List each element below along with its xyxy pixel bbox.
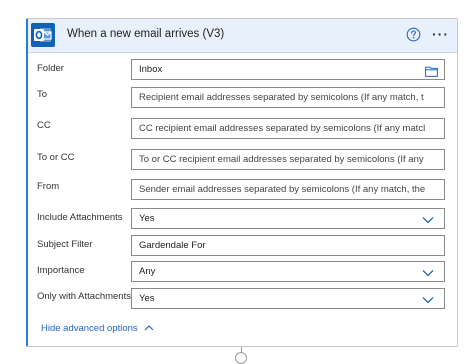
importance-dropdown[interactable]: Any (131, 261, 445, 282)
only-with-attachments-dropdown[interactable]: Yes (131, 288, 445, 309)
to-placeholder: Recipient email addresses separated by s… (139, 92, 424, 103)
importance-label: Importance (37, 265, 85, 276)
to-field[interactable]: Recipient email addresses separated by s… (131, 87, 445, 108)
folder-icon[interactable] (425, 64, 438, 77)
to-or-cc-field[interactable]: To or CC recipient email addresses separ… (131, 149, 445, 170)
only-with-attachments-label: Only with Attachments (37, 291, 131, 302)
add-step-handle[interactable] (235, 352, 247, 364)
card-header[interactable]: When a new email arrives (V3) ··· (28, 19, 457, 53)
folder-label: Folder (37, 63, 64, 74)
to-or-cc-placeholder: To or CC recipient email addresses separ… (139, 154, 424, 165)
from-placeholder: Sender email addresses separated by semi… (139, 184, 426, 195)
cc-placeholder: CC recipient email addresses separated b… (139, 123, 426, 134)
subject-filter-value: Gardendale For (139, 240, 206, 251)
subject-filter-label: Subject Filter (37, 239, 93, 250)
hide-advanced-options-label: Hide advanced options (41, 323, 138, 334)
chevron-down-icon[interactable] (422, 293, 434, 305)
to-or-cc-label: To or CC (37, 152, 75, 163)
include-attachments-label: Include Attachments (37, 212, 123, 223)
include-attachments-value: Yes (139, 213, 155, 224)
importance-value: Any (139, 266, 156, 277)
help-icon[interactable] (406, 27, 421, 42)
only-with-attachments-value: Yes (139, 293, 155, 304)
hide-advanced-options-link[interactable]: Hide advanced options (41, 323, 154, 334)
card-title: When a new email arrives (V3) (67, 28, 225, 40)
cc-label: CC (37, 120, 51, 131)
from-field[interactable]: Sender email addresses separated by semi… (131, 179, 445, 200)
outlook-icon (31, 23, 55, 47)
chevron-up-icon (144, 325, 154, 331)
chevron-down-icon[interactable] (422, 213, 434, 225)
subject-filter-input[interactable]: Gardendale For (131, 235, 445, 256)
to-label: To (37, 89, 48, 100)
chevron-down-icon[interactable] (422, 266, 434, 278)
folder-picker[interactable]: Inbox (131, 59, 445, 80)
cc-field[interactable]: CC recipient email addresses separated b… (131, 118, 445, 139)
from-label: From (37, 181, 60, 192)
include-attachments-dropdown[interactable]: Yes (131, 208, 445, 229)
trigger-card: When a new email arrives (V3) ··· Folder… (26, 18, 458, 347)
more-options-icon[interactable]: ··· (432, 26, 449, 42)
folder-value: Inbox (139, 64, 163, 75)
